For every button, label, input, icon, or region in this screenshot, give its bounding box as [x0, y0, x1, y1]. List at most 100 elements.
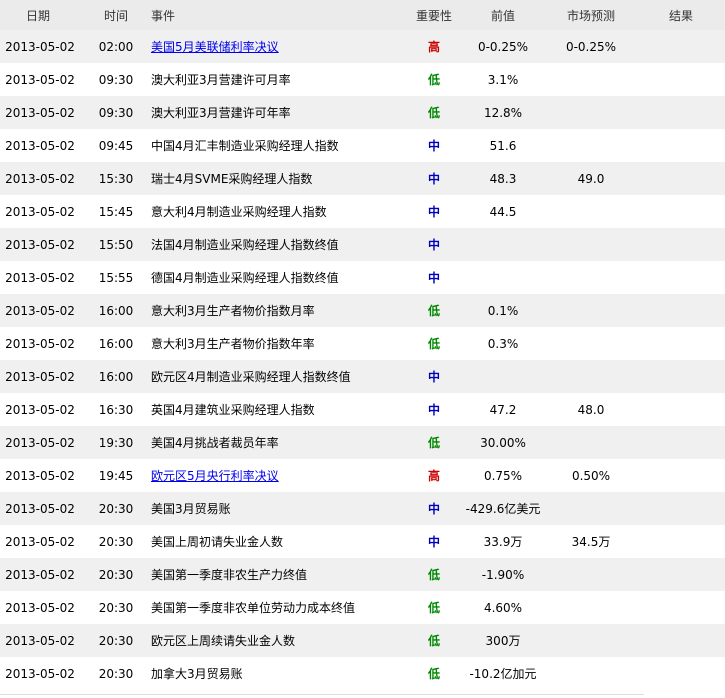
importance-badge-text: 中: [427, 535, 440, 549]
row-previous: 300万: [485, 634, 521, 648]
row-previous: 51.6: [489, 138, 517, 153]
row-time: 20:30: [98, 501, 134, 516]
importance-badge: 低: [408, 657, 460, 690]
row-actual: [644, 162, 718, 195]
table-row: 2013-05-02 20:30 美国3月贸易账 中 -429.6亿美元: [0, 492, 725, 525]
row-forecast: 0-0.25%: [565, 39, 617, 54]
table-row: 2013-05-02 09:30 澳大利亚3月营建许可年率 低 12.8%: [0, 96, 725, 129]
table-row: 2013-05-02 16:00 意大利3月生产者物价指数年率 低 0.3%: [0, 327, 725, 360]
row-forecast: [546, 624, 636, 657]
importance-badge: 中: [408, 162, 460, 195]
importance-badge: 高: [408, 30, 460, 63]
table-row: 2013-05-02 09:30 澳大利亚3月营建许可月率 低 3.1%: [0, 63, 725, 96]
row-forecast: [546, 360, 636, 393]
importance-badge-text: 低: [427, 304, 440, 318]
row-actual: [644, 96, 718, 129]
header-previous: 前值: [490, 8, 515, 23]
importance-badge-text: 中: [427, 271, 440, 285]
row-actual: [644, 261, 718, 294]
row-date: 2013-05-02: [5, 402, 75, 417]
row-date: 2013-05-02: [5, 270, 75, 285]
row-actual: [644, 294, 718, 327]
importance-badge-text: 低: [427, 601, 440, 615]
table-row: 2013-05-02 09:45 中国4月汇丰制造业采购经理人指数 中 51.6: [0, 129, 725, 162]
row-time: 09:30: [98, 72, 134, 87]
row-actual: [644, 657, 718, 690]
row-date: 2013-05-02: [5, 435, 75, 450]
row-date: 2013-05-02: [5, 468, 75, 483]
table-row: 2013-05-02 20:30 欧元区上周续请失业金人数 低 300万: [0, 624, 725, 657]
row-actual: [644, 63, 718, 96]
header-forecast: 市场预测: [566, 8, 615, 23]
row-time: 09:30: [98, 105, 134, 120]
row-event: 欧元区上周续请失业金人数: [151, 634, 296, 648]
importance-badge-text: 低: [427, 667, 440, 681]
importance-badge: 低: [408, 96, 460, 129]
row-event: 瑞士4月SVME采购经理人指数: [151, 172, 313, 186]
result-cell-background: [644, 30, 725, 63]
importance-badge: 中: [408, 228, 460, 261]
row-forecast: [546, 327, 636, 360]
row-previous: -1.90%: [481, 567, 525, 582]
table-row: 2013-05-02 20:30 美国上周初请失业金人数 中 33.9万 34.5万: [0, 525, 725, 558]
table-row: 2013-05-02 15:55 德国4月制造业采购经理人指数终值 中: [0, 261, 725, 294]
row-actual: [644, 327, 718, 360]
row-date: 2013-05-02: [5, 369, 75, 384]
table-row: 2013-05-02 16:30 英国4月建筑业采购经理人指数 中 47.2 48.0: [0, 393, 725, 426]
row-previous: 0.3%: [487, 336, 519, 351]
row-date: 2013-05-02: [5, 336, 75, 351]
row-previous: [460, 261, 546, 294]
row-previous: 44.5: [489, 204, 517, 219]
importance-badge: 中: [408, 195, 460, 228]
importance-badge: 中: [408, 525, 460, 558]
importance-badge-text: 中: [427, 172, 440, 186]
row-date: 2013-05-02: [5, 105, 75, 120]
row-event: 法国4月制造业采购经理人指数终值: [151, 238, 339, 252]
row-actual: [644, 228, 718, 261]
row-actual: [644, 393, 718, 426]
row-time: 16:00: [98, 336, 134, 351]
row-event: 美国4月挑战者裁员年率: [151, 436, 279, 450]
row-event-link[interactable]: 美国5月美联储利率决议: [151, 38, 279, 55]
row-event: 美国5月美联储利率决议: [151, 30, 401, 63]
importance-badge-text: 中: [427, 238, 440, 252]
row-event: 欧元区5月央行利率决议: [151, 459, 401, 492]
importance-badge: 高: [408, 459, 460, 492]
row-actual: [644, 525, 718, 558]
table-row: 2013-05-02 15:30 瑞士4月SVME采购经理人指数 中 48.3 49.0: [0, 162, 725, 195]
table-row: 2013-05-02 15:50 法国4月制造业采购经理人指数终值 中: [0, 228, 725, 261]
row-time: 20:30: [98, 567, 134, 582]
importance-badge-text: 中: [427, 139, 440, 153]
row-forecast: [546, 63, 636, 96]
table-row: 2013-05-02 19:45 欧元区5月央行利率决议 高 0.75% 0.50%: [0, 459, 725, 492]
importance-badge: 中: [408, 492, 460, 525]
row-date: 2013-05-02: [5, 534, 75, 549]
row-event: 澳大利亚3月营建许可年率: [151, 106, 291, 120]
importance-badge: 低: [408, 591, 460, 624]
row-previous: [460, 360, 546, 393]
row-event: 英国4月建筑业采购经理人指数: [151, 403, 315, 417]
row-event-link[interactable]: 欧元区5月央行利率决议: [151, 467, 279, 484]
row-event: 美国第一季度非农单位劳动力成本终值: [151, 601, 356, 615]
row-actual: [644, 360, 718, 393]
importance-badge-text: 中: [427, 205, 440, 219]
row-forecast: [546, 195, 636, 228]
row-time: 15:55: [98, 270, 134, 285]
row-actual: [644, 591, 718, 624]
row-forecast: 49.0: [577, 171, 605, 186]
row-forecast: [546, 558, 636, 591]
row-time: 16:30: [98, 402, 134, 417]
row-forecast: [546, 129, 636, 162]
row-forecast: 34.5万: [571, 535, 611, 549]
row-actual: [644, 459, 718, 492]
row-previous: 0-0.25%: [477, 39, 529, 54]
row-forecast: 48.0: [577, 402, 605, 417]
row-actual: [644, 129, 718, 162]
row-date: 2013-05-02: [5, 501, 75, 516]
row-time: 15:50: [98, 237, 134, 252]
table-body: 2013-05-02 02:00 美国5月美联储利率决议高 0-0.25% 0-0.25…: [0, 30, 725, 690]
row-previous: 12.8%: [483, 105, 523, 120]
table-row: 2013-05-02 16:00 意大利3月生产者物价指数月率 低 0.1%: [0, 294, 725, 327]
row-actual: [644, 195, 718, 228]
row-date: 2013-05-02: [5, 600, 75, 615]
